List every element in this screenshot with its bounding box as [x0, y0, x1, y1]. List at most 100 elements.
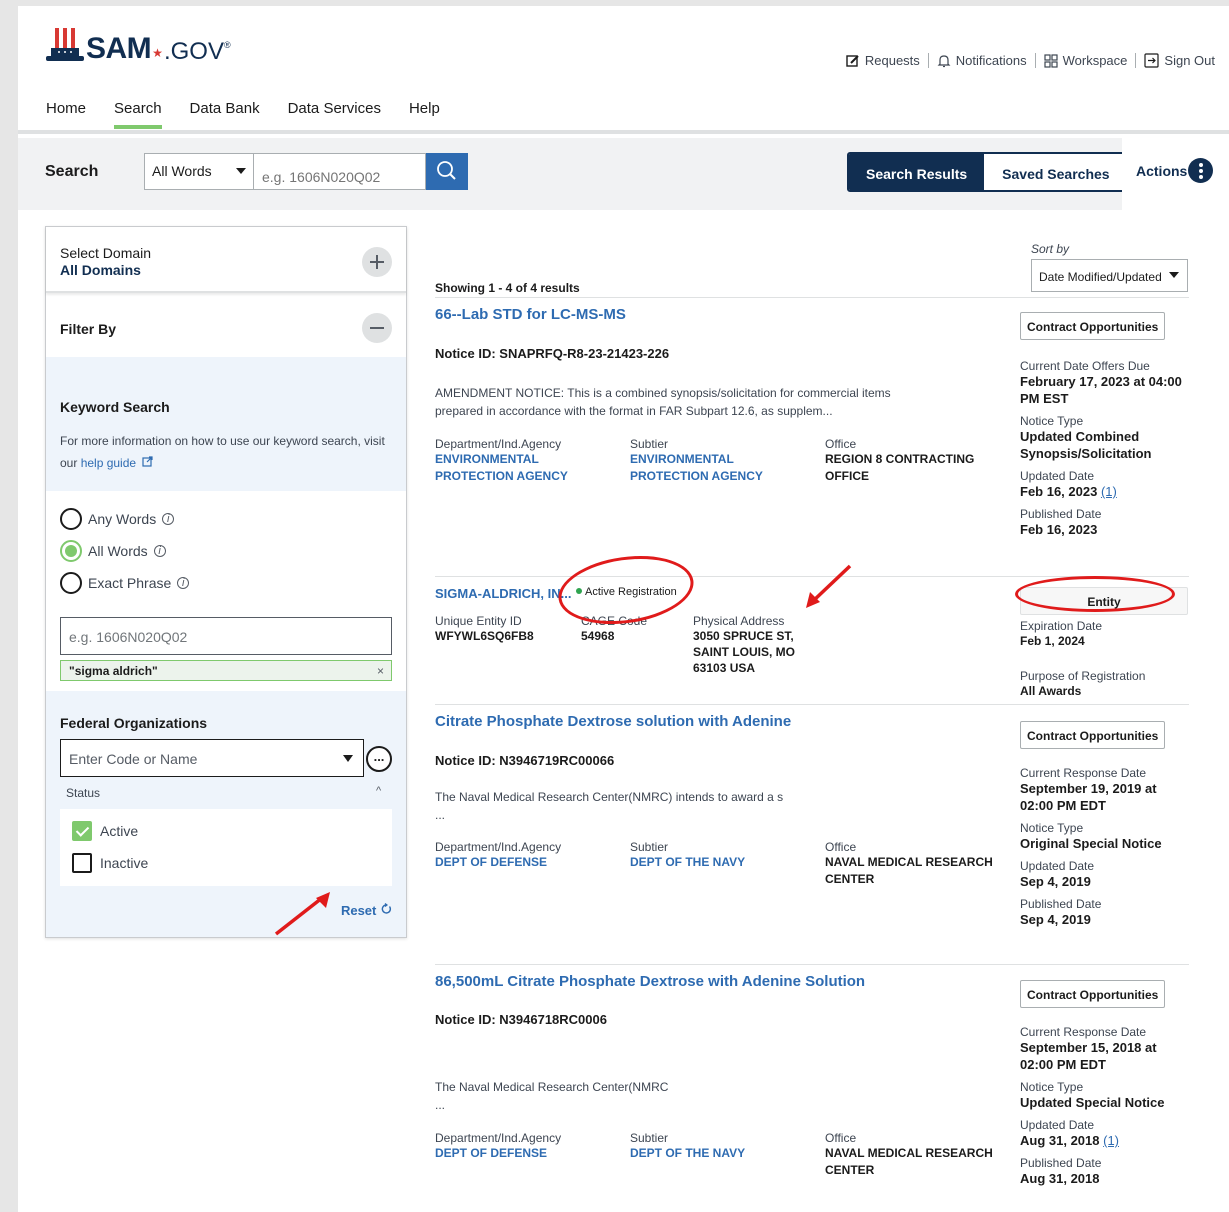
caret-down-icon: [343, 755, 353, 762]
collapse-minus-icon[interactable]: [362, 313, 392, 343]
result-meta: Current Response Date September 15, 2018…: [1020, 1018, 1188, 1187]
cage-value: 54968: [581, 629, 615, 643]
actions-menu[interactable]: Actions: [1122, 138, 1229, 210]
info-icon[interactable]: i: [153, 545, 166, 557]
nav-search[interactable]: Search: [114, 100, 162, 129]
search-type-select[interactable]: All Words: [144, 153, 254, 190]
keyword-search-title: Keyword Search: [60, 399, 170, 415]
info-icon[interactable]: i: [162, 513, 175, 525]
nav-home[interactable]: Home: [46, 100, 86, 129]
nav-data-bank[interactable]: Data Bank: [190, 100, 260, 129]
uncle-sam-hat-icon: [46, 28, 84, 61]
more-options-icon[interactable]: ...: [366, 746, 392, 772]
help-guide-label: help guide: [80, 456, 137, 470]
federal-org-input[interactable]: Enter Code or Name: [60, 739, 364, 777]
radio-label: Exact Phrase: [88, 575, 172, 591]
domain-badge: Contract Opportunities: [1020, 721, 1166, 749]
close-icon[interactable]: ×: [377, 664, 384, 678]
checkbox-checked: [72, 821, 92, 841]
meta-label: Updated Date: [1020, 1118, 1095, 1132]
federal-org-placeholder: Enter Code or Name: [69, 751, 198, 767]
nav-data-services[interactable]: Data Services: [288, 100, 381, 129]
department-field: Department/Ind.Agency DEPT OF DEFENSE: [435, 840, 585, 871]
keyword-input[interactable]: e.g. 1606N020Q02: [60, 617, 392, 655]
notifications-link[interactable]: Notifications: [929, 53, 1036, 68]
external-link-icon: [142, 456, 154, 467]
info-icon[interactable]: i: [177, 577, 190, 589]
history-link[interactable]: (1): [1103, 1133, 1119, 1148]
select-domain-panel[interactable]: Select Domain All Domains: [46, 227, 406, 293]
department-field: Department/Ind.Agency ENVIRONMENTAL PROT…: [435, 437, 585, 485]
entity-title-link[interactable]: SIGMA-ALDRICH, IN...: [435, 586, 572, 601]
status-options: Active Inactive: [60, 809, 392, 886]
department-label: Department/Ind.Agency: [435, 840, 562, 854]
nav-help[interactable]: Help: [409, 100, 440, 129]
results-count: Showing 1 - 4 of 4 results: [435, 281, 580, 295]
meta-value: September 19, 2019 at 02:00 PM EDT: [1020, 781, 1157, 813]
result-title-link[interactable]: 66--Lab STD for LC-MS-MS: [435, 306, 626, 323]
tab-saved-searches[interactable]: Saved Searches: [984, 154, 1128, 190]
registration-status-text: Active Registration: [585, 586, 677, 598]
reset-button[interactable]: Reset: [341, 903, 392, 918]
help-guide-link[interactable]: help guide: [81, 456, 154, 470]
meta-value-row: Aug 31, 2018 (1): [1020, 1132, 1188, 1149]
meta-value: February 17, 2023 at 04:00 PM EST: [1020, 374, 1182, 406]
department-label: Department/Ind.Agency: [435, 437, 562, 451]
keyword-search-section: Keyword Search For more information on h…: [46, 357, 406, 491]
more-vertical-icon: [1188, 158, 1213, 183]
result-title-link[interactable]: 86,500mL Citrate Phosphate Dextrose with…: [435, 973, 865, 990]
radio-any-words[interactable]: Any Words i: [60, 503, 189, 535]
search-input[interactable]: [254, 153, 426, 190]
checkbox-unchecked: [72, 853, 92, 873]
sign-out-label: Sign Out: [1164, 53, 1215, 68]
checkbox-inactive[interactable]: Inactive: [72, 847, 392, 879]
department-link[interactable]: ENVIRONMENTAL PROTECTION AGENCY: [435, 451, 585, 485]
description-line: The Naval Medical Research Center(NMRC) …: [435, 790, 784, 804]
checkbox-label: Inactive: [100, 855, 149, 871]
sort-select[interactable]: Date Modified/Updated: [1031, 259, 1188, 292]
subtier-field: Subtier ENVIRONMENTAL PROTECTION AGENCY: [630, 437, 780, 485]
expand-plus-icon[interactable]: [362, 247, 392, 277]
logo-star-icon: ★: [152, 46, 163, 60]
tab-search-results[interactable]: Search Results: [849, 154, 985, 190]
sign-out-link[interactable]: Sign Out: [1136, 53, 1215, 68]
office-field: Office NAVAL MEDICAL RESEARCH CENTER: [825, 1131, 995, 1179]
uei-label: Unique Entity ID: [435, 614, 522, 628]
subtier-link[interactable]: DEPT OF THE NAVY: [630, 1145, 780, 1162]
radio-exact-phrase[interactable]: Exact Phrase i: [60, 567, 190, 599]
meta-value: Aug 31, 2018: [1020, 1171, 1100, 1186]
history-link[interactable]: (1): [1101, 484, 1117, 499]
notice-id: Notice ID: SNAPRFQ-R8-23-21423-226: [435, 346, 670, 361]
keyword-match-radios: Any Words i All Words i Exact Phrase i: [60, 503, 190, 599]
subtier-link[interactable]: ENVIRONMENTAL PROTECTION AGENCY: [630, 451, 780, 485]
caret-down-icon: [236, 168, 246, 174]
checkbox-active[interactable]: Active: [72, 815, 392, 847]
meta-value: Sep 4, 2019: [1020, 874, 1091, 889]
meta-value: Aug 31, 2018: [1020, 1133, 1100, 1148]
radio-all-words[interactable]: All Words i: [60, 535, 189, 567]
checkbox-label: Active: [100, 823, 139, 839]
subtier-link[interactable]: DEPT OF THE NAVY: [630, 854, 780, 871]
workspace-link[interactable]: Workspace: [1036, 53, 1137, 68]
requests-link[interactable]: Requests: [838, 53, 929, 68]
subtier-label: Subtier: [630, 437, 669, 451]
sam-logo[interactable]: SAM ★ .GOV ®: [46, 28, 231, 66]
main-nav: Home Search Data Bank Data Services Help: [46, 100, 440, 129]
logo-text: SAM: [86, 32, 152, 65]
search-button[interactable]: [426, 153, 468, 190]
cage-label: CAGE Code: [581, 614, 648, 628]
filter-by-header[interactable]: Filter By: [46, 301, 406, 357]
result-title-link[interactable]: Citrate Phosphate Dextrose solution with…: [435, 713, 791, 730]
result-card: Citrate Phosphate Dextrose solution with…: [435, 704, 1189, 964]
search-icon: [437, 161, 456, 180]
department-link[interactable]: DEPT OF DEFENSE: [435, 1145, 585, 1162]
requests-label: Requests: [864, 53, 920, 68]
chevron-up-icon[interactable]: ^: [376, 785, 381, 797]
department-link[interactable]: DEPT OF DEFENSE: [435, 854, 585, 871]
utility-nav: Requests Notifications Workspace Sign Ou…: [838, 53, 1215, 68]
subtier-label: Subtier: [630, 840, 669, 854]
meta-value: September 15, 2018 at 02:00 PM EDT: [1020, 1040, 1157, 1072]
meta-label: Notice Type: [1020, 821, 1084, 835]
federal-organizations-title: Federal Organizations: [60, 715, 208, 731]
page: SAM ★ .GOV ® Requests Notifications Work…: [18, 6, 1229, 1212]
